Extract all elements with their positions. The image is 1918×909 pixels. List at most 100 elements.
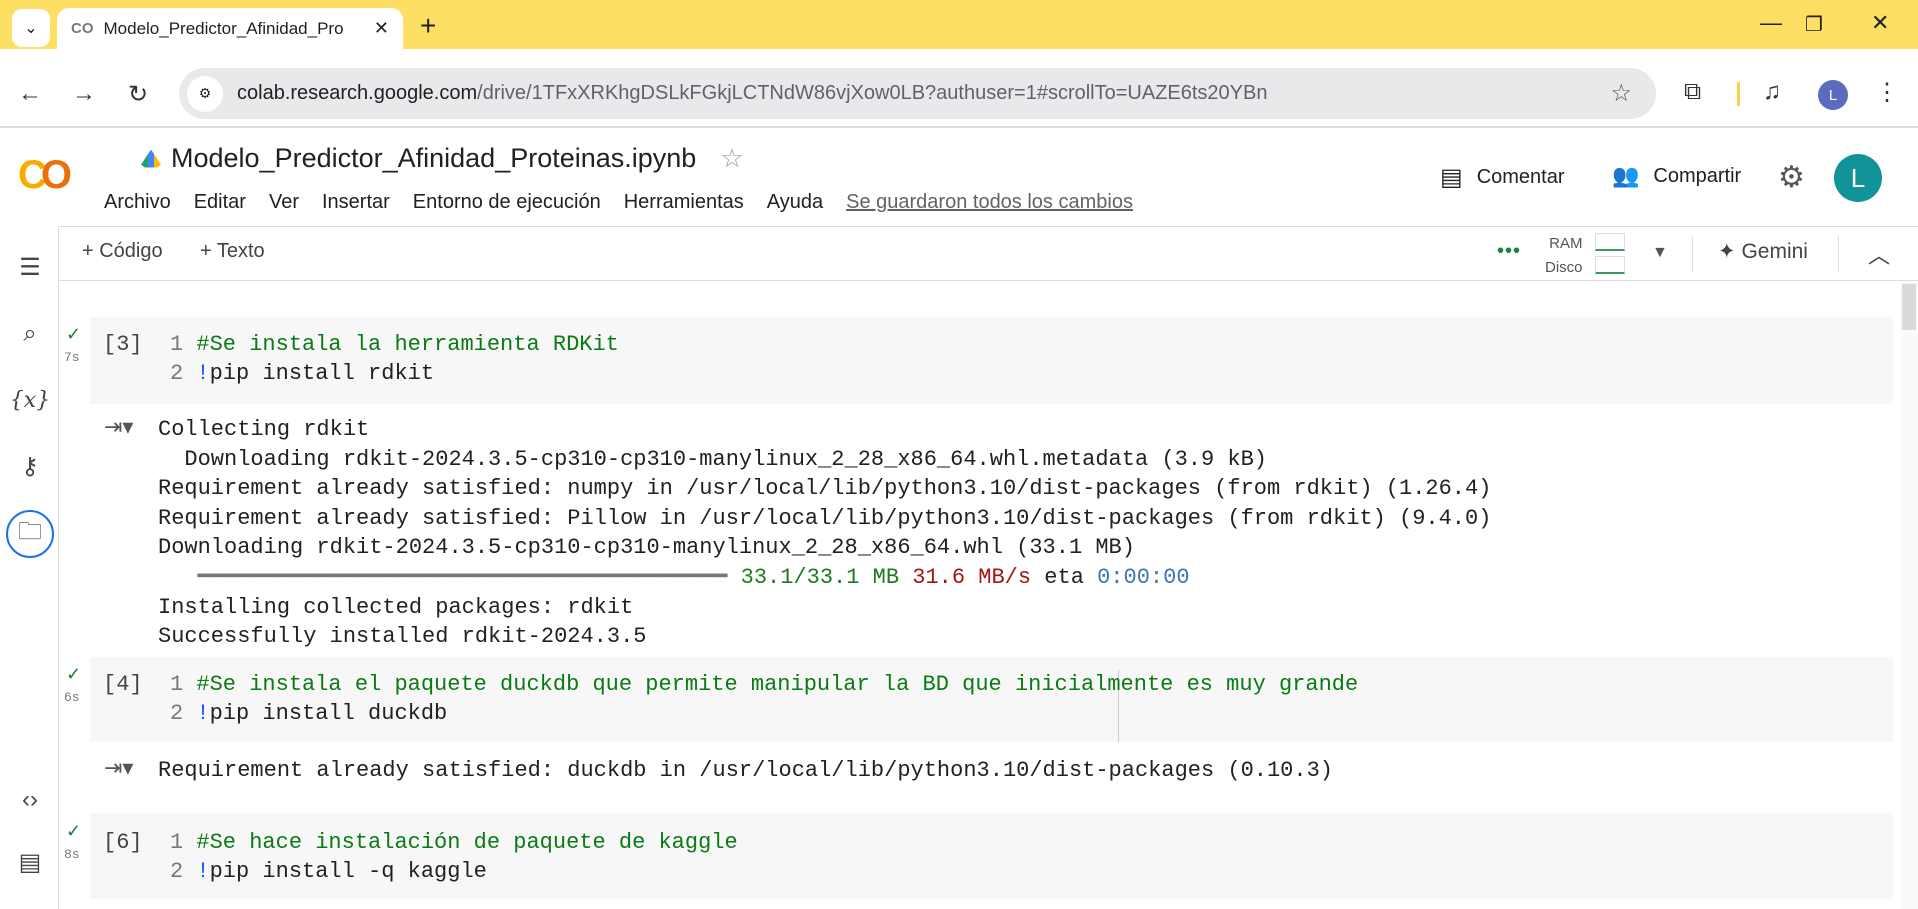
files-folder-icon[interactable]: 🗀 <box>6 510 54 558</box>
variables-icon[interactable]: {x} <box>10 380 50 420</box>
table-of-contents-icon[interactable]: ☰ <box>10 247 50 287</box>
output-line: Requirement already satisfied: duckdb in… <box>158 758 1333 783</box>
bang: ! <box>196 701 210 726</box>
url-text: colab.research.google.com/drive/1TFxXRKh… <box>237 82 1267 105</box>
close-window-icon[interactable]: ✕ <box>1871 10 1889 36</box>
progress-speed: 31.6 MB/s <box>912 564 1032 590</box>
progress-size: 33.1/33.1 MB <box>740 564 900 590</box>
save-status[interactable]: Se guardaron todos los cambios <box>846 191 1133 214</box>
notebook-toolbar <box>59 226 1918 281</box>
code-snippets-icon[interactable]: ‹› <box>10 780 50 820</box>
bookmark-star-icon[interactable]: ☆ <box>1610 79 1632 108</box>
colab-logo[interactable]: CO <box>18 153 72 198</box>
code-cell[interactable] <box>90 813 1893 899</box>
key-icon[interactable]: ⚷ <box>10 446 50 486</box>
close-tab-icon[interactable]: ✕ <box>374 18 389 39</box>
site-info-icon[interactable]: ⚙ <box>187 75 223 112</box>
menu-archivo[interactable]: Archivo <box>104 191 171 214</box>
code-cell[interactable] <box>90 657 1893 742</box>
browser-menu-icon[interactable]: ⋮ <box>1875 78 1899 107</box>
scrollbar-thumb[interactable] <box>1902 284 1916 330</box>
code-text: pip install duckdb <box>209 701 448 726</box>
people-icon: 👥 <box>1612 163 1640 188</box>
tab-search-chevron-icon[interactable]: ⌄ <box>12 9 50 47</box>
search-icon[interactable]: ⌕ <box>10 314 50 354</box>
gear-icon[interactable]: ⚙ <box>1778 160 1805 195</box>
minimize-icon[interactable]: — <box>1760 10 1782 36</box>
tab-title: Modelo_Predictor_Afinidad_Pro <box>103 18 344 38</box>
menu-herramientas[interactable]: Herramientas <box>624 191 744 214</box>
url-path: /drive/1TFxXRKhgDSLkFGkjLCTNdW86vjXow0LB… <box>477 82 1268 104</box>
code-line[interactable]: 2 !pip install -q kaggle <box>170 859 487 884</box>
output-line: Downloading rdkit-2024.3.5-cp310-cp310-m… <box>158 535 1135 561</box>
output-line: Requirement already satisfied: Pillow in… <box>158 505 1492 531</box>
code-line[interactable]: 2 !pip install duckdb <box>170 701 447 726</box>
address-bar[interactable]: ⚙ colab.research.google.com/drive/1TFxXR… <box>179 68 1656 119</box>
progress-eta: 0:00:00 <box>1097 564 1190 590</box>
divider <box>1737 82 1740 106</box>
add-code-button[interactable]: + Código <box>82 240 163 263</box>
progress-bar: ━━━━━━━━━━━━━━━━━━━━━━━━━━━━━━━━━━━━━━━━ <box>158 564 741 590</box>
notebook-title[interactable]: Modelo_Predictor_Afinidad_Proteinas.ipyn… <box>171 143 696 174</box>
progress-line: ━━━━━━━━━━━━━━━━━━━━━━━━━━━━━━━━━━━━━━━━… <box>158 563 1491 593</box>
add-text-button[interactable]: + Texto <box>200 240 265 263</box>
resources-indicator[interactable]: RAM Disco <box>1545 232 1583 280</box>
bang: ! <box>196 859 210 884</box>
new-tab-icon[interactable]: + <box>420 10 436 42</box>
share-button[interactable]: 👥 Compartir <box>1612 163 1741 189</box>
forward-icon[interactable]: → <box>72 80 96 108</box>
ram-label: RAM <box>1549 235 1583 252</box>
star-icon[interactable]: ☆ <box>720 143 743 174</box>
success-check-icon: ✓ <box>66 324 82 344</box>
output-line: Installing collected packages: rdkit <box>158 594 634 620</box>
exec-count[interactable]: [6] <box>103 830 143 855</box>
menu-ver[interactable]: Ver <box>269 191 299 214</box>
resources-dropdown-icon[interactable]: ▼ <box>1652 244 1668 262</box>
extensions-icon[interactable]: ⧉ <box>1684 78 1701 106</box>
output-line: Downloading rdkit-2024.3.5-cp310-cp310-m… <box>158 446 1267 472</box>
gemini-label: Gemini <box>1741 240 1808 263</box>
gemini-button[interactable]: ✦ Gemini <box>1718 239 1808 264</box>
menu-ayuda[interactable]: Ayuda <box>767 191 823 214</box>
code-line[interactable]: 2 !pip install rdkit <box>170 361 434 386</box>
menu-editar[interactable]: Editar <box>194 191 246 214</box>
comment-button[interactable]: ▤ Comentar <box>1440 163 1565 192</box>
output-line: Successfully installed rdkit-2024.3.5 <box>158 624 647 650</box>
line-number: 2 <box>170 859 184 884</box>
terminal-icon[interactable]: ▤ <box>10 842 50 882</box>
menu-insertar[interactable]: Insertar <box>322 191 390 214</box>
output-toggle-icon[interactable]: ⇥▾ <box>104 414 133 440</box>
disk-graph <box>1595 256 1625 274</box>
restore-icon[interactable]: ❐ <box>1805 12 1823 37</box>
disk-label: Disco <box>1545 259 1583 276</box>
runtime-status-icon[interactable]: ••• <box>1497 240 1521 263</box>
ram-graph <box>1595 233 1625 251</box>
comment-label: Comentar <box>1476 166 1565 188</box>
eta-label: eta <box>1031 564 1098 590</box>
line-number: 2 <box>170 361 184 386</box>
exec-time: 6s <box>64 690 80 705</box>
browser-profile-avatar[interactable]: L <box>1818 80 1848 110</box>
code-line[interactable]: 1 #Se instala la herramienta RDKit <box>170 332 619 357</box>
code-line[interactable]: 1 #Se instala el paquete duckdb que perm… <box>170 672 1358 697</box>
media-controls-icon[interactable]: ♫ <box>1763 78 1781 106</box>
notebook-title-row: Modelo_Predictor_Afinidad_Proteinas.ipyn… <box>141 143 744 174</box>
code-line[interactable]: 1 #Se hace instalación de paquete de kag… <box>170 830 738 855</box>
back-icon[interactable]: ← <box>18 80 42 108</box>
exec-count[interactable]: [4] <box>103 672 143 697</box>
user-avatar[interactable]: L <box>1834 154 1882 202</box>
scrollbar[interactable] <box>1900 282 1918 909</box>
reload-icon[interactable]: ↻ <box>128 80 148 109</box>
collapse-chevron-up-icon[interactable]: ︿ <box>1868 238 1890 270</box>
menu-bar: Archivo Editar Ver Insertar Entorno de e… <box>104 191 1133 214</box>
bang: ! <box>196 361 210 386</box>
divider <box>1692 236 1693 272</box>
exec-count[interactable]: [3] <box>103 332 143 357</box>
browser-tab[interactable]: CO Modelo_Predictor_Afinidad_Pro ✕ <box>57 8 403 49</box>
exec-time: 7s <box>64 350 80 365</box>
code-text: #Se instala la herramienta RDKit <box>196 332 619 357</box>
menu-entorno[interactable]: Entorno de ejecución <box>413 191 601 214</box>
line-number: 1 <box>170 332 184 357</box>
colab-favicon-icon: CO <box>71 20 94 37</box>
output-toggle-icon[interactable]: ⇥▾ <box>104 755 133 781</box>
